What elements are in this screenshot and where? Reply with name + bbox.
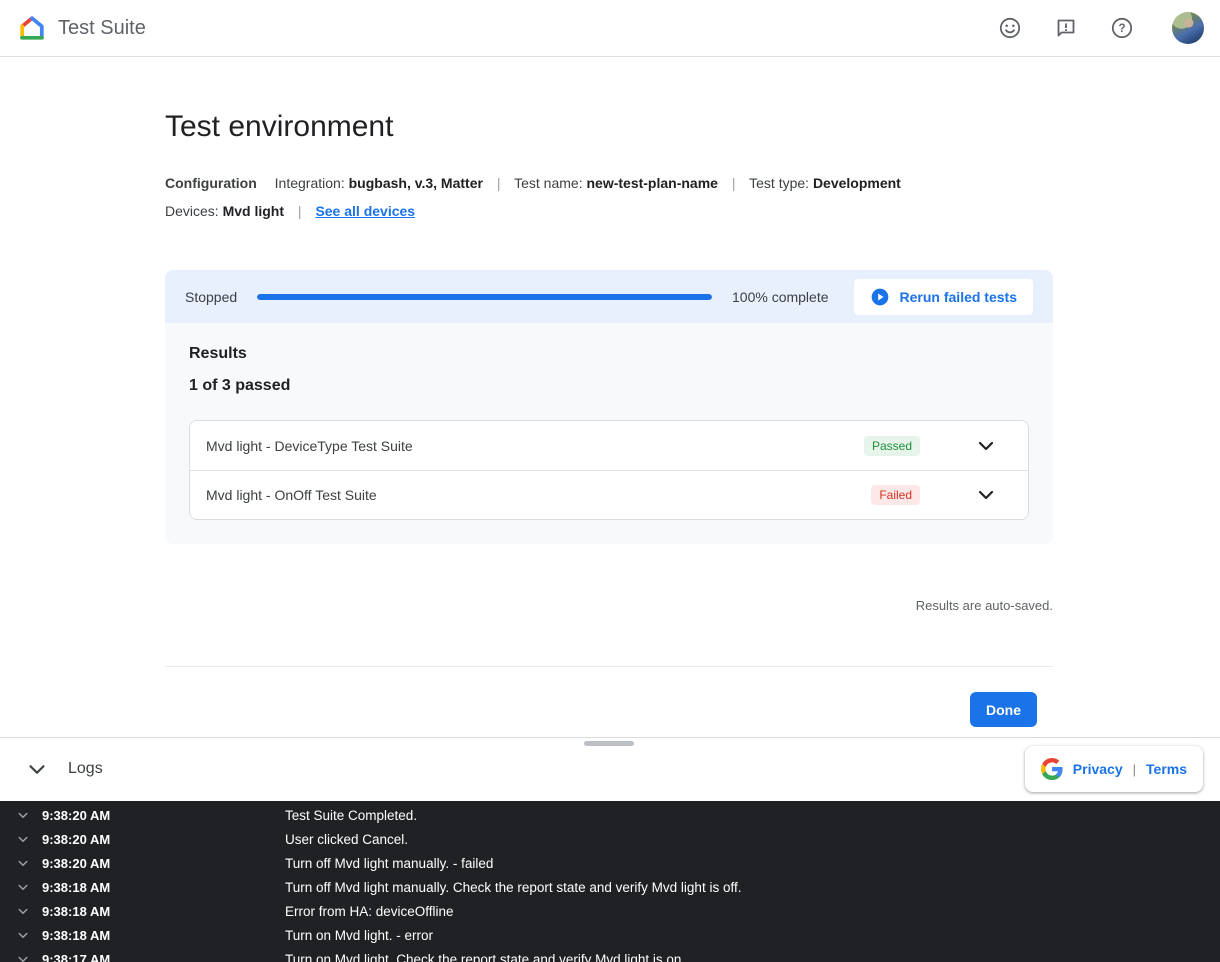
results-section: Results 1 of 3 passed Mvd light - Device… [165,323,1053,544]
devices-value: Mvd light [223,203,284,219]
progress-text: 100% complete [732,289,829,305]
log-row: 9:38:20 AM Turn off Mvd light manually. … [0,851,1220,875]
log-message: Turn off Mvd light manually. Check the r… [285,880,741,895]
status-badge: Passed [864,436,920,456]
privacy-terms-card: Privacy | Terms [1025,746,1203,792]
help-icon[interactable]: ? [1110,16,1134,40]
test-name-value: new-test-plan-name [586,175,717,191]
google-home-logo-icon [18,14,46,42]
logs-list: 9:38:20 AM Test Suite Completed. 9:38:20… [0,801,1220,962]
results-title: Results [189,345,1029,363]
user-avatar[interactable] [1172,12,1204,44]
test-result-row[interactable]: Mvd light - DeviceType Test Suite Passed [190,421,1028,470]
expand-log-chevron-icon[interactable] [14,806,32,824]
test-type-label: Test type: [749,175,809,191]
expand-log-chevron-icon[interactable] [14,950,32,962]
log-timestamp: 9:38:17 AM [42,952,285,962]
log-message: Turn on Mvd light. Check the report stat… [285,952,685,962]
tests-list: Mvd light - DeviceType Test Suite Passed… [189,420,1029,520]
test-type-value: Development [813,175,901,191]
integration-value: bugbash, v.3, Matter [349,175,483,191]
separator: | [1133,762,1136,777]
terms-link[interactable]: Terms [1146,761,1187,777]
configuration-label: Configuration [165,175,257,191]
logs-header: Logs [0,738,103,800]
devices-line: Devices: Mvd light | See all devices [165,203,415,219]
test-name-label: Test name: [514,175,582,191]
results-summary: 1 of 3 passed [189,377,1029,395]
log-timestamp: 9:38:20 AM [42,856,285,871]
configuration-line: Configuration Integration: bugbash, v.3,… [165,175,901,191]
autosave-note: Results are auto-saved. [916,598,1053,613]
rerun-failed-tests-button[interactable]: Rerun failed tests [854,279,1033,315]
log-timestamp: 9:38:18 AM [42,880,285,895]
log-timestamp: 9:38:20 AM [42,808,285,823]
log-message: Test Suite Completed. [285,808,417,823]
progress-bar-fill [257,294,712,300]
panel-drag-handle[interactable] [584,741,634,746]
page-title: Test environment [165,110,393,144]
done-button[interactable]: Done [970,692,1037,727]
test-result-row[interactable]: Mvd light - OnOff Test Suite Failed [190,470,1028,519]
feedback-smiley-icon[interactable] [998,16,1022,40]
send-feedback-icon[interactable] [1054,16,1078,40]
log-timestamp: 9:38:18 AM [42,904,285,919]
log-message: Turn off Mvd light manually. - failed [285,856,493,871]
app-title: Test Suite [58,17,146,40]
rerun-button-label: Rerun failed tests [900,289,1017,305]
status-label: Stopped [185,289,257,305]
log-row: 9:38:20 AM Test Suite Completed. [0,803,1220,827]
expand-log-chevron-icon[interactable] [14,902,32,920]
separator: | [732,175,736,191]
status-card: Stopped 100% complete Rerun failed tests… [165,270,1053,544]
app-header: Test Suite ? [0,0,1220,57]
collapse-logs-chevron-icon[interactable] [24,756,50,782]
logs-panel: Logs Privacy | Terms 9:38:20 AM Test Sui… [0,737,1220,962]
play-icon [870,287,890,307]
svg-text:?: ? [1118,23,1125,35]
chevron-down-icon[interactable] [974,434,998,458]
log-row: 9:38:18 AM Error from HA: deviceOffline [0,899,1220,923]
log-row: 9:38:18 AM Turn on Mvd light. - error [0,923,1220,947]
see-all-devices-link[interactable]: See all devices [315,203,415,219]
log-message: User clicked Cancel. [285,832,408,847]
status-badge: Failed [871,485,920,505]
privacy-link[interactable]: Privacy [1073,761,1123,777]
expand-log-chevron-icon[interactable] [14,830,32,848]
expand-log-chevron-icon[interactable] [14,878,32,896]
log-row: 9:38:18 AM Turn off Mvd light manually. … [0,875,1220,899]
divider [165,666,1053,667]
header-actions: ? [966,12,1204,44]
log-message: Error from HA: deviceOffline [285,904,454,919]
separator: | [298,203,302,219]
progress-header: Stopped 100% complete Rerun failed tests [165,270,1053,323]
expand-log-chevron-icon[interactable] [14,854,32,872]
chevron-down-icon[interactable] [974,483,998,507]
test-name: Mvd light - OnOff Test Suite [206,487,871,503]
test-name: Mvd light - DeviceType Test Suite [206,438,864,454]
progress-bar [257,294,712,300]
expand-log-chevron-icon[interactable] [14,926,32,944]
log-timestamp: 9:38:20 AM [42,832,285,847]
logs-title: Logs [68,760,103,778]
log-message: Turn on Mvd light. - error [285,928,433,943]
log-timestamp: 9:38:18 AM [42,928,285,943]
separator: | [497,175,501,191]
devices-label: Devices: [165,203,219,219]
google-g-icon [1041,758,1063,780]
integration-label: Integration: [275,175,345,191]
log-row: 9:38:17 AM Turn on Mvd light. Check the … [0,947,1220,962]
log-row: 9:38:20 AM User clicked Cancel. [0,827,1220,851]
